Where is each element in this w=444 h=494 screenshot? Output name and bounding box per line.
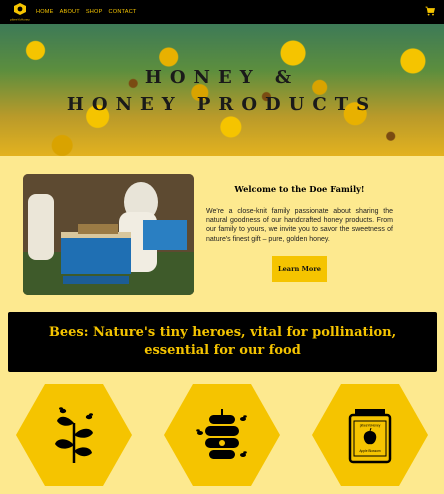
welcome-title: Welcome to the Doe Family!	[234, 184, 365, 194]
hero-banner: HONEY & HONEY PRODUCTS	[0, 24, 444, 156]
learn-more-button[interactable]: Learn More	[272, 256, 327, 282]
nav-links: HOME ABOUT SHOP CONTACT	[36, 0, 137, 24]
bees-banner: Bees: Nature's tiny heroes, vital for po…	[8, 312, 437, 372]
top-navbar: pibeeYoHoney HOME ABOUT SHOP CONTACT	[0, 0, 444, 24]
nav-link-about[interactable]: ABOUT	[60, 9, 80, 15]
jar-label-bottom: Apple Blossom	[359, 449, 381, 453]
cart-icon[interactable]	[425, 6, 435, 16]
logo-icon[interactable]: pibeeYoHoney	[9, 2, 31, 22]
honey-jar-icon: pibeeYoHoney Apple Blossom	[348, 409, 392, 464]
banner-text: Bees: Nature's tiny heroes, vital for po…	[48, 325, 397, 358]
hero-title: HONEY & HONEY PRODUCTS	[0, 64, 444, 118]
feature-hex-hive	[164, 384, 280, 486]
hero-title-line2: HONEY PRODUCTS	[66, 94, 378, 115]
logo-text: pibeeYoHoney	[10, 18, 30, 22]
nav-link-contact[interactable]: CONTACT	[109, 9, 137, 15]
nav-link-shop[interactable]: SHOP	[86, 9, 103, 15]
jar-label-top: pibeeYoHoney	[360, 424, 381, 428]
hero-title-line1: HONEY &	[144, 67, 300, 88]
feature-hex-honey-jar: pibeeYoHoney Apple Blossom	[312, 384, 428, 486]
beekeeper-photo	[23, 174, 194, 295]
plant-with-bees-icon	[55, 407, 93, 463]
beehive-icon	[196, 409, 247, 459]
feature-hex-pollination	[16, 384, 132, 486]
welcome-text: We're a close-knit family passionate abo…	[206, 208, 393, 243]
nav-link-home[interactable]: HOME	[36, 9, 54, 15]
